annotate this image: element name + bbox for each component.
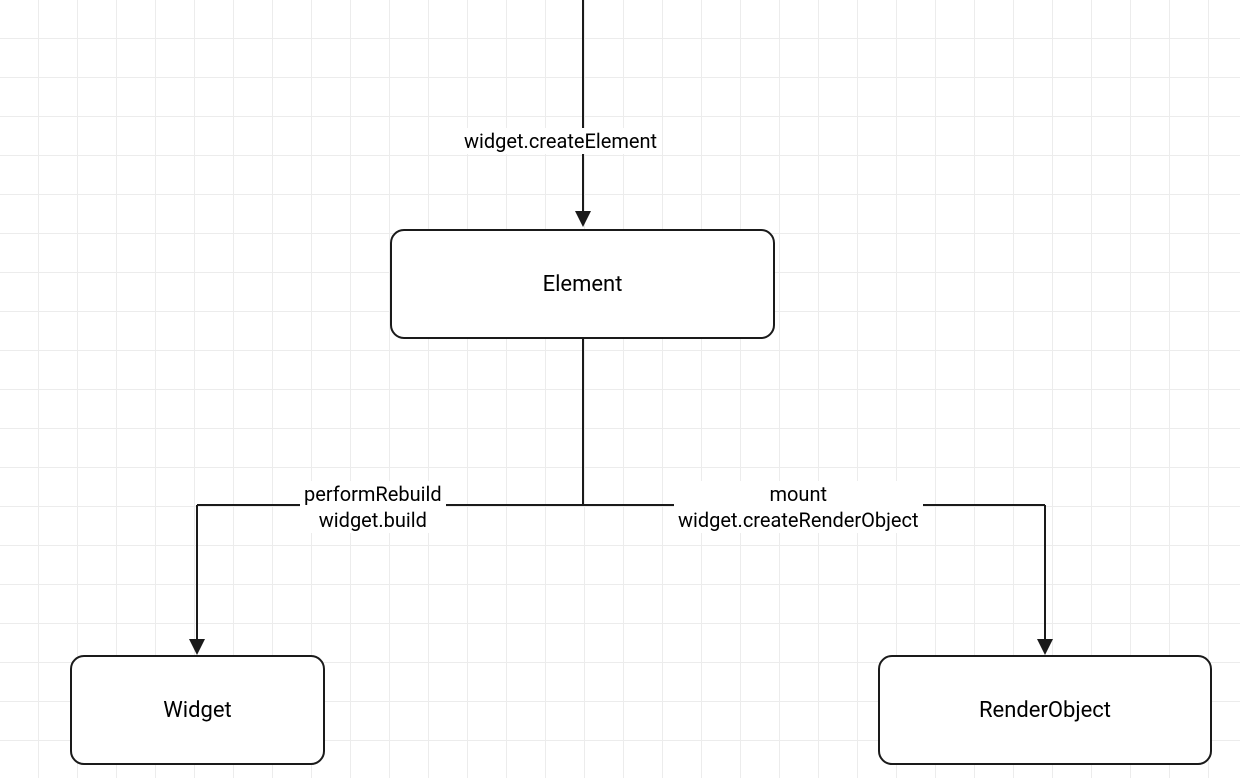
diagram-canvas: widget.createElement performRebuild widg… [0, 0, 1240, 778]
node-element-label: Element [543, 272, 623, 297]
arrowhead-to-render-object [1037, 639, 1053, 655]
node-render-object: RenderObject [878, 655, 1212, 765]
node-widget-label: Widget [163, 698, 232, 723]
node-render-object-label: RenderObject [979, 698, 1111, 723]
edge-label-perform-rebuild: performRebuild widget.build [300, 481, 446, 533]
arrowhead-to-widget [189, 639, 205, 655]
edge-label-create-element: widget.createElement [460, 128, 661, 154]
arrowhead-top-to-element [575, 211, 591, 227]
node-widget: Widget [70, 655, 325, 765]
node-element: Element [390, 229, 775, 339]
edge-label-mount: mount widget.createRenderObject [674, 481, 923, 533]
